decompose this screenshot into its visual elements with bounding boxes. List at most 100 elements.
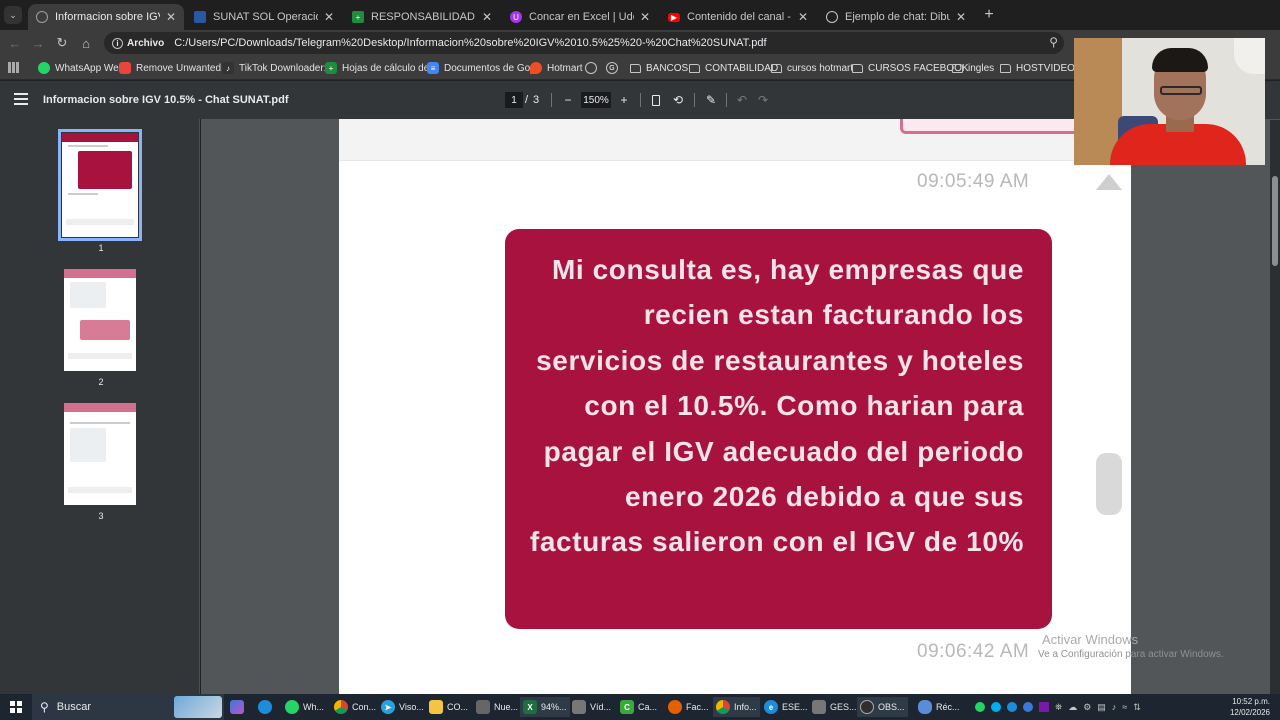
annotate-button[interactable]: ✎ — [702, 91, 720, 109]
page-thumbnail-3[interactable] — [64, 403, 136, 505]
bookmark-folder-cursos-hotmart[interactable]: cursos hotmart — [771, 60, 853, 76]
zoom-in-button[interactable]: + — [615, 91, 633, 109]
brush-icon — [119, 62, 131, 74]
zoom-out-button[interactable]: − — [559, 91, 577, 109]
toolbar-divider — [551, 93, 552, 107]
rotate-button[interactable]: ⟲ — [669, 91, 687, 109]
bookmark-hotmart[interactable]: Hotmart — [530, 60, 583, 76]
reload-button[interactable]: ↻ — [52, 33, 72, 53]
apps-icon[interactable] — [8, 62, 19, 73]
scrollbar-thumb[interactable] — [1272, 176, 1278, 266]
tab-sunat-sol[interactable]: SUNAT SOL Operaciones en Lín ✕ — [186, 4, 342, 30]
taskbar-obs[interactable]: OBS... — [857, 697, 908, 717]
sunat-icon — [194, 11, 206, 23]
taskbar-ges[interactable]: GES... — [812, 697, 857, 717]
page-thumbnail-1[interactable] — [58, 129, 142, 241]
taskbar-clock[interactable]: 10:52 p.m. 12/02/2026 — [1230, 696, 1270, 718]
zoom-level-input[interactable]: 150% — [581, 92, 611, 108]
bookmark-folder-contabilidad[interactable]: CONTABILIDAD — [689, 60, 778, 76]
bookmark-folder-hostvideos[interactable]: HOSTVIDEOS — [1000, 60, 1082, 76]
site-info-chip[interactable]: i Archivo — [112, 37, 165, 49]
thumb-input — [68, 487, 132, 493]
close-icon[interactable]: ✕ — [482, 10, 492, 24]
bookmark-globe[interactable] — [585, 60, 602, 76]
taskbar-firefox[interactable]: Fac... — [668, 697, 709, 717]
zoom-icon[interactable]: ⚲ — [1049, 35, 1058, 49]
cloud-icon[interactable]: ☁ — [1068, 702, 1077, 713]
undo-button[interactable]: ↶ — [733, 91, 751, 109]
taskbar-videos[interactable]: Víd... — [572, 697, 611, 717]
back-button[interactable]: ← — [5, 33, 25, 53]
bookmark-sheets[interactable]: + Hojas de cálculo de... — [325, 60, 438, 76]
edge-icon[interactable] — [1007, 702, 1017, 712]
mic-icon — [918, 700, 932, 714]
close-icon[interactable]: ✕ — [956, 10, 966, 24]
windows-start-icon[interactable] — [10, 701, 22, 713]
chrome-icon[interactable] — [1023, 702, 1033, 712]
taskbar-search[interactable]: ⚲ Buscar — [32, 694, 224, 720]
redo-button[interactable]: ↷ — [754, 91, 772, 109]
close-icon[interactable]: ✕ — [324, 10, 334, 24]
language-icon[interactable]: ⇅ — [1133, 702, 1141, 713]
new-tab-button[interactable]: + — [980, 6, 998, 24]
page-number-input[interactable]: 1 — [505, 92, 523, 108]
tab-strip: ⌄ Informacion sobre IGV 10.5% - ✕ SUNAT … — [0, 0, 1280, 30]
close-icon[interactable]: ✕ — [798, 10, 808, 24]
bookmark-whatsapp[interactable]: WhatsApp Web — [38, 60, 124, 76]
settings-icon[interactable]: ⚙ — [1083, 702, 1091, 713]
bookmark-folder-bancos[interactable]: BANCOS — [630, 60, 688, 76]
taskbar-recorder[interactable]: Réc... — [918, 697, 960, 717]
tab-title: Informacion sobre IGV 10.5% - — [55, 11, 160, 23]
tab-informacion-igv[interactable]: Informacion sobre IGV 10.5% - ✕ — [28, 4, 184, 30]
bookmark-google[interactable]: G — [606, 60, 623, 76]
address-bar[interactable]: i Archivo C:/Users/PC/Downloads/Telegram… — [104, 32, 1064, 54]
taskbar-edge-ese[interactable]: e ESE... — [764, 697, 808, 717]
skype-icon[interactable] — [991, 702, 1001, 712]
page-thumbnail-2[interactable] — [64, 269, 136, 371]
viewer-scrollbar[interactable] — [1270, 120, 1280, 694]
taskbar-whatsapp[interactable]: Wh... — [285, 697, 324, 717]
app-icon — [812, 700, 826, 714]
bookmark-folder-ingles[interactable]: ingles — [952, 60, 994, 76]
close-icon[interactable]: ✕ — [640, 10, 650, 24]
taskbar-chrome-con[interactable]: Con... — [334, 697, 376, 717]
google-icon: G — [606, 62, 618, 74]
whatsapp-icon — [285, 700, 299, 714]
taskbar-nue[interactable]: Nue... — [476, 697, 518, 717]
close-icon[interactable]: ✕ — [166, 10, 176, 24]
tab-chatgpt[interactable]: Ejemplo de chat: Dibuja esto ✕ — [818, 4, 974, 30]
taskbar-excel[interactable]: X 94%... — [520, 697, 570, 717]
taskbar-edge[interactable] — [258, 697, 276, 717]
hamburger-menu-icon[interactable] — [14, 93, 28, 105]
fit-page-button[interactable] — [647, 91, 665, 109]
taskbar-telegram[interactable]: ➤ Viso... — [381, 697, 424, 717]
thumb-gray-bubble — [70, 282, 106, 308]
tab-youtube[interactable]: ▶ Contenido del canal - YouTube ✕ — [660, 4, 816, 30]
taskbar-camtasia[interactable]: C Ca... — [620, 697, 657, 717]
pdf-document-title: Informacion sobre IGV 10.5% - Chat SUNAT… — [43, 94, 289, 106]
taskbar-copilot[interactable] — [230, 697, 248, 717]
forward-button[interactable]: → — [28, 33, 48, 53]
taskbar-chrome-info[interactable]: Info... — [713, 697, 760, 717]
pdf-viewer[interactable]: 09:05:49 AM Mi consulta es, hay empresas… — [201, 119, 1280, 694]
home-button[interactable]: ⌂ — [76, 33, 96, 53]
file-chip-label: Archivo — [127, 37, 165, 49]
thumb-header — [64, 269, 136, 278]
volume-icon[interactable]: ♪ — [1112, 702, 1117, 712]
home-icon: ⌂ — [82, 35, 90, 51]
chevron-down-icon: ⌄ — [9, 9, 17, 20]
tab-udemy[interactable]: U Concar en Excel | Udemy ✕ — [502, 4, 658, 30]
whatsapp-icon[interactable] — [975, 702, 985, 712]
onenote-icon[interactable] — [1039, 702, 1049, 712]
obs-icon — [860, 700, 874, 714]
network-icon[interactable]: ▤ — [1097, 702, 1106, 713]
wifi-icon[interactable]: ≈ — [1122, 702, 1127, 712]
bookmark-remove-unwanted[interactable]: Remove Unwanted... — [119, 60, 229, 76]
tab-responsabilidad[interactable]: + RESPONSABILIDAD POR ASISTE ✕ — [344, 4, 500, 30]
bookmark-tiktok[interactable]: ♪ TikTok Downloader:... — [222, 60, 335, 76]
shield-icon[interactable]: ⛯ — [1055, 702, 1062, 713]
tab-search-button[interactable]: ⌄ — [4, 6, 22, 24]
bookmark-docs[interactable]: ≡ Documentos de Go... — [427, 60, 539, 76]
tab-title: Contenido del canal - YouTube — [687, 11, 792, 23]
taskbar-file-explorer[interactable]: CO... — [429, 697, 468, 717]
